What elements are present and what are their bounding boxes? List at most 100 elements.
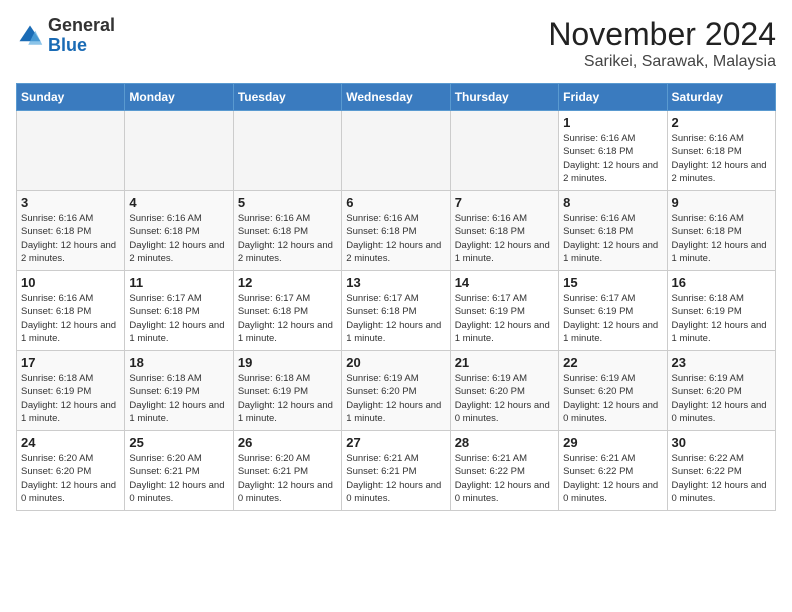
day-number: 15 <box>563 275 662 290</box>
day-number: 11 <box>129 275 228 290</box>
day-info: Sunrise: 6:19 AM Sunset: 6:20 PM Dayligh… <box>563 372 662 425</box>
day-info: Sunrise: 6:16 AM Sunset: 6:18 PM Dayligh… <box>672 212 771 265</box>
day-info: Sunrise: 6:19 AM Sunset: 6:20 PM Dayligh… <box>672 372 771 425</box>
day-number: 7 <box>455 195 554 210</box>
day-number: 23 <box>672 355 771 370</box>
day-number: 18 <box>129 355 228 370</box>
day-info: Sunrise: 6:16 AM Sunset: 6:18 PM Dayligh… <box>563 132 662 185</box>
day-number: 5 <box>238 195 337 210</box>
day-cell <box>450 111 558 191</box>
day-number: 29 <box>563 435 662 450</box>
logo-icon <box>16 22 44 50</box>
calendar-body: 1 Sunrise: 6:16 AM Sunset: 6:18 PM Daylig… <box>17 111 776 511</box>
day-number: 21 <box>455 355 554 370</box>
day-cell: 13 Sunrise: 6:17 AM Sunset: 6:18 PM Dayli… <box>342 271 450 351</box>
day-info: Sunrise: 6:20 AM Sunset: 6:21 PM Dayligh… <box>129 452 228 505</box>
title-area: November 2024 Sarikei, Sarawak, Malaysia <box>548 16 776 71</box>
day-cell: 25 Sunrise: 6:20 AM Sunset: 6:21 PM Dayli… <box>125 431 233 511</box>
day-cell: 24 Sunrise: 6:20 AM Sunset: 6:20 PM Dayli… <box>17 431 125 511</box>
day-info: Sunrise: 6:17 AM Sunset: 6:18 PM Dayligh… <box>346 292 445 345</box>
day-cell: 23 Sunrise: 6:19 AM Sunset: 6:20 PM Dayli… <box>667 351 775 431</box>
day-info: Sunrise: 6:18 AM Sunset: 6:19 PM Dayligh… <box>129 372 228 425</box>
day-cell: 20Sunrise: 6:19 AM Sunset: 6:20 PM Dayli… <box>342 351 450 431</box>
day-number: 3 <box>21 195 120 210</box>
day-cell: 11 Sunrise: 6:17 AM Sunset: 6:18 PM Dayli… <box>125 271 233 351</box>
day-info: Sunrise: 6:16 AM Sunset: 6:18 PM Dayligh… <box>563 212 662 265</box>
day-cell: 3 Sunrise: 6:16 AM Sunset: 6:18 PM Daylig… <box>17 191 125 271</box>
day-cell: 1 Sunrise: 6:16 AM Sunset: 6:18 PM Daylig… <box>559 111 667 191</box>
day-cell: 18 Sunrise: 6:18 AM Sunset: 6:19 PM Dayli… <box>125 351 233 431</box>
day-info: Sunrise: 6:18 AM Sunset: 6:19 PM Dayligh… <box>21 372 120 425</box>
day-cell: 7 Sunrise: 6:16 AM Sunset: 6:18 PM Daylig… <box>450 191 558 271</box>
day-number: 20 <box>346 355 445 370</box>
weekday-monday: Monday <box>125 84 233 111</box>
day-info: Sunrise: 6:16 AM Sunset: 6:18 PM Dayligh… <box>129 212 228 265</box>
day-info: Sunrise: 6:16 AM Sunset: 6:18 PM Dayligh… <box>21 212 120 265</box>
day-number: 24 <box>21 435 120 450</box>
day-cell: 6 Sunrise: 6:16 AM Sunset: 6:18 PM Daylig… <box>342 191 450 271</box>
day-info: Sunrise: 6:16 AM Sunset: 6:18 PM Dayligh… <box>346 212 445 265</box>
day-cell: 26 Sunrise: 6:20 AM Sunset: 6:21 PM Dayli… <box>233 431 341 511</box>
day-info: Sunrise: 6:21 AM Sunset: 6:22 PM Dayligh… <box>455 452 554 505</box>
day-cell: 17 Sunrise: 6:18 AM Sunset: 6:19 PM Dayli… <box>17 351 125 431</box>
day-info: Sunrise: 6:17 AM Sunset: 6:18 PM Dayligh… <box>129 292 228 345</box>
day-info: Sunrise: 6:18 AM Sunset: 6:19 PM Dayligh… <box>238 372 337 425</box>
day-cell: 19 Sunrise: 6:18 AM Sunset: 6:19 PM Dayli… <box>233 351 341 431</box>
weekday-friday: Friday <box>559 84 667 111</box>
day-cell: 5Sunrise: 6:16 AM Sunset: 6:18 PM Daylig… <box>233 191 341 271</box>
month-title: November 2024 <box>548 16 776 53</box>
day-cell: 8Sunrise: 6:16 AM Sunset: 6:18 PM Daylig… <box>559 191 667 271</box>
day-info: Sunrise: 6:17 AM Sunset: 6:19 PM Dayligh… <box>455 292 554 345</box>
day-cell: 9 Sunrise: 6:16 AM Sunset: 6:18 PM Daylig… <box>667 191 775 271</box>
day-cell <box>342 111 450 191</box>
day-number: 26 <box>238 435 337 450</box>
day-cell: 4Sunrise: 6:16 AM Sunset: 6:18 PM Daylig… <box>125 191 233 271</box>
weekday-tuesday: Tuesday <box>233 84 341 111</box>
weekday-thursday: Thursday <box>450 84 558 111</box>
week-row-5: 24 Sunrise: 6:20 AM Sunset: 6:20 PM Dayli… <box>17 431 776 511</box>
day-number: 6 <box>346 195 445 210</box>
day-info: Sunrise: 6:16 AM Sunset: 6:18 PM Dayligh… <box>21 292 120 345</box>
day-info: Sunrise: 6:20 AM Sunset: 6:21 PM Dayligh… <box>238 452 337 505</box>
day-cell: 15 Sunrise: 6:17 AM Sunset: 6:19 PM Dayli… <box>559 271 667 351</box>
weekday-saturday: Saturday <box>667 84 775 111</box>
week-row-4: 17 Sunrise: 6:18 AM Sunset: 6:19 PM Dayli… <box>17 351 776 431</box>
day-info: Sunrise: 6:16 AM Sunset: 6:18 PM Dayligh… <box>455 212 554 265</box>
location-title: Sarikei, Sarawak, Malaysia <box>548 53 776 71</box>
day-number: 25 <box>129 435 228 450</box>
day-cell: 21 Sunrise: 6:19 AM Sunset: 6:20 PM Dayli… <box>450 351 558 431</box>
day-cell: 10Sunrise: 6:16 AM Sunset: 6:18 PM Dayli… <box>17 271 125 351</box>
day-info: Sunrise: 6:17 AM Sunset: 6:19 PM Dayligh… <box>563 292 662 345</box>
day-cell: 27Sunrise: 6:21 AM Sunset: 6:21 PM Dayli… <box>342 431 450 511</box>
day-cell <box>125 111 233 191</box>
day-number: 19 <box>238 355 337 370</box>
day-cell: 22 Sunrise: 6:19 AM Sunset: 6:20 PM Dayli… <box>559 351 667 431</box>
weekday-wednesday: Wednesday <box>342 84 450 111</box>
day-number: 28 <box>455 435 554 450</box>
day-info: Sunrise: 6:17 AM Sunset: 6:18 PM Dayligh… <box>238 292 337 345</box>
day-info: Sunrise: 6:16 AM Sunset: 6:18 PM Dayligh… <box>672 132 771 185</box>
day-info: Sunrise: 6:21 AM Sunset: 6:21 PM Dayligh… <box>346 452 445 505</box>
day-info: Sunrise: 6:18 AM Sunset: 6:19 PM Dayligh… <box>672 292 771 345</box>
logo: General Blue <box>16 16 115 56</box>
day-number: 2 <box>672 115 771 130</box>
day-number: 9 <box>672 195 771 210</box>
day-number: 30 <box>672 435 771 450</box>
day-info: Sunrise: 6:22 AM Sunset: 6:22 PM Dayligh… <box>672 452 771 505</box>
day-number: 13 <box>346 275 445 290</box>
day-info: Sunrise: 6:21 AM Sunset: 6:22 PM Dayligh… <box>563 452 662 505</box>
weekday-sunday: Sunday <box>17 84 125 111</box>
day-info: Sunrise: 6:19 AM Sunset: 6:20 PM Dayligh… <box>455 372 554 425</box>
week-row-3: 10Sunrise: 6:16 AM Sunset: 6:18 PM Dayli… <box>17 271 776 351</box>
day-number: 14 <box>455 275 554 290</box>
day-cell: 16Sunrise: 6:18 AM Sunset: 6:19 PM Dayli… <box>667 271 775 351</box>
day-number: 1 <box>563 115 662 130</box>
day-cell: 14 Sunrise: 6:17 AM Sunset: 6:19 PM Dayli… <box>450 271 558 351</box>
day-cell: 30 Sunrise: 6:22 AM Sunset: 6:22 PM Dayli… <box>667 431 775 511</box>
day-cell: 29 Sunrise: 6:21 AM Sunset: 6:22 PM Dayli… <box>559 431 667 511</box>
day-number: 22 <box>563 355 662 370</box>
week-row-2: 3 Sunrise: 6:16 AM Sunset: 6:18 PM Daylig… <box>17 191 776 271</box>
day-info: Sunrise: 6:20 AM Sunset: 6:20 PM Dayligh… <box>21 452 120 505</box>
day-number: 17 <box>21 355 120 370</box>
day-cell: 12Sunrise: 6:17 AM Sunset: 6:18 PM Dayli… <box>233 271 341 351</box>
